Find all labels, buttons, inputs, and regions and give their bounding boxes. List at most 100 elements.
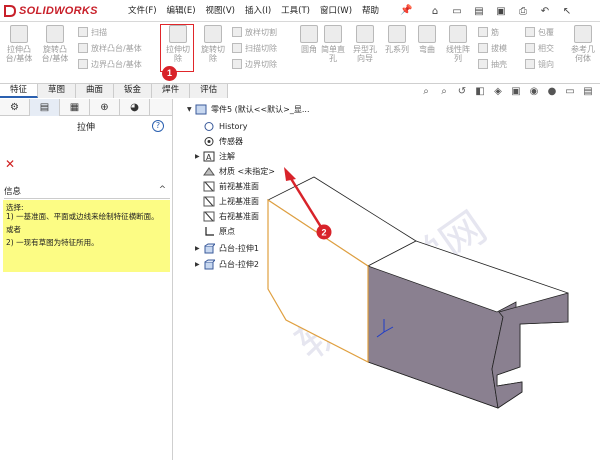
boundary-cut-button[interactable]: 边界切除 xyxy=(232,58,277,70)
reference-geometry-button[interactable]: 参考几 何体 xyxy=(566,25,600,63)
sweep-cut-button[interactable]: 扫描切除 xyxy=(232,42,277,54)
revolve-cut-label: 旋转切 除 xyxy=(201,45,225,63)
wrap-button[interactable]: 包覆 xyxy=(525,26,554,38)
menu-edit[interactable]: 编辑(E) xyxy=(167,4,196,16)
tab-sheet-metal[interactable]: 钣金 xyxy=(114,84,153,98)
render-icon[interactable]: ▤ xyxy=(580,86,596,98)
expand-arrow-icon[interactable]: ▼ xyxy=(187,106,195,113)
undo-icon[interactable]: ↶ xyxy=(534,3,556,19)
simple-hole-button[interactable]: 简单直 孔 xyxy=(316,25,350,63)
revolve-cut-button[interactable]: 旋转切 除 xyxy=(196,25,230,63)
menu-bar: 文件(F) 编辑(E) 视图(V) 插入(I) 工具(T) 窗口(W) 帮助 xyxy=(128,4,389,16)
tree-item-front-plane[interactable]: 前视基准面 xyxy=(195,179,259,193)
zoom-area-icon[interactable]: ⌕ xyxy=(436,86,452,98)
linear-pattern-button[interactable]: 线性阵 列 xyxy=(441,25,475,63)
graphics-area[interactable]: 软件自学网 2 xyxy=(174,99,600,460)
loft-boss-icon xyxy=(78,43,88,53)
new-document-icon[interactable]: ▭ xyxy=(446,3,468,19)
tree-root[interactable]: ▼ 零件5 (默认<<默认>_显... xyxy=(187,102,310,116)
cancel-icon[interactable]: ✕ xyxy=(5,157,15,171)
info-section-header[interactable]: 信息 ^ xyxy=(4,185,170,199)
flex-icon xyxy=(418,25,436,43)
tab-surfaces[interactable]: 曲面 xyxy=(76,84,115,98)
menu-help[interactable]: 帮助 xyxy=(362,4,379,16)
shell-button[interactable]: 抽壳 xyxy=(478,58,507,70)
tree-item-material[interactable]: 材质 <未指定> xyxy=(195,164,275,178)
configuration-manager-icon[interactable]: ▦ xyxy=(60,99,90,116)
display-style-icon[interactable]: ▣ xyxy=(508,86,524,98)
tab-features[interactable]: 特征 xyxy=(0,84,39,98)
rib-button[interactable]: 筋 xyxy=(478,26,499,38)
tree-item-boss-extrude-1[interactable]: ▶ 凸台-拉伸1 xyxy=(195,241,259,255)
loft-cut-button[interactable]: 放样切割 xyxy=(232,26,277,38)
mirror-icon xyxy=(525,59,535,69)
tree-root-label: 零件5 (默认<<默认>_显... xyxy=(211,104,310,114)
tree-item-history[interactable]: History xyxy=(195,119,247,133)
display-manager-icon[interactable]: ◕ xyxy=(120,99,150,116)
draft-button[interactable]: 拔模 xyxy=(478,42,507,54)
tree-item-right-plane[interactable]: 右视基准面 xyxy=(195,209,259,223)
expand-arrow-icon[interactable]: ▶ xyxy=(195,261,203,268)
menu-tools[interactable]: 工具(T) xyxy=(281,4,310,16)
menu-insert[interactable]: 插入(I) xyxy=(245,4,271,16)
expand-arrow-icon[interactable]: ▶ xyxy=(195,245,203,252)
dimxpert-icon[interactable]: ⊕ xyxy=(90,99,120,116)
flex-label: 弯曲 xyxy=(419,45,435,54)
help-icon[interactable]: ? xyxy=(152,120,164,132)
sweep-button[interactable]: 扫描 xyxy=(78,26,107,38)
tab-weldments[interactable]: 焊件 xyxy=(152,84,191,98)
revolve-boss-button[interactable]: 旋转凸 台/基体 xyxy=(38,25,72,63)
reference-geometry-label: 参考几 何体 xyxy=(571,45,595,63)
flex-button[interactable]: 弯曲 xyxy=(410,25,444,54)
pm-title-bar: 拉伸 ? xyxy=(0,116,172,136)
reference-geometry-icon xyxy=(574,25,592,43)
extrude-boss-label: 拉伸凸 台/基体 xyxy=(5,45,33,63)
tree-item-origin[interactable]: 原点 xyxy=(195,224,235,238)
tab-sketch[interactable]: 草图 xyxy=(38,84,77,98)
pin-icon[interactable]: 📌 xyxy=(400,5,412,16)
shell-icon xyxy=(478,59,488,69)
loft-boss-button[interactable]: 放样凸台/基体 xyxy=(78,42,142,54)
info-line: 2) 一现有草图为特征所用。 xyxy=(6,238,99,247)
tree-item-annotations[interactable]: ▶ A 注解 xyxy=(195,149,235,163)
menu-file[interactable]: 文件(F) xyxy=(128,4,157,16)
extrude-boss-button[interactable]: 拉伸凸 台/基体 xyxy=(2,25,36,63)
section-view-icon[interactable]: ◧ xyxy=(472,86,488,98)
menu-window[interactable]: 窗口(W) xyxy=(320,4,352,16)
boundary-boss-label: 边界凸台/基体 xyxy=(91,59,142,69)
draft-icon xyxy=(478,43,488,53)
property-manager-icon[interactable]: ▤ xyxy=(30,99,60,116)
previous-view-icon[interactable]: ↺ xyxy=(454,86,470,98)
scene-icon[interactable]: ▭ xyxy=(562,86,578,98)
step-badge-2-text: 2 xyxy=(321,228,326,238)
tree-item-label: 右视基准面 xyxy=(219,211,259,221)
view-orientation-icon[interactable]: ◈ xyxy=(490,86,506,98)
tree-item-label: 凸台-拉伸1 xyxy=(219,243,259,253)
print-icon[interactable]: ⎙ xyxy=(512,3,534,19)
intersect-button[interactable]: 相交 xyxy=(525,42,554,54)
select-arrow-icon[interactable]: ↖ xyxy=(556,3,578,19)
menu-view[interactable]: 视图(V) xyxy=(206,4,235,16)
hole-wizard-button[interactable]: 异型孔 向导 xyxy=(348,25,382,63)
save-icon[interactable]: ▣ xyxy=(490,3,512,19)
boundary-boss-button[interactable]: 边界凸台/基体 xyxy=(78,58,142,70)
sweep-label: 扫描 xyxy=(91,27,107,37)
collapse-caret-icon[interactable]: ^ xyxy=(159,185,166,195)
info-header-label: 信息 xyxy=(4,187,22,197)
home-icon[interactable]: ⌂ xyxy=(424,3,446,19)
tab-evaluate[interactable]: 评估 xyxy=(190,84,229,98)
feature-manager-icon[interactable]: ⚙ xyxy=(0,99,30,116)
hole-series-button[interactable]: 孔系列 xyxy=(380,25,414,54)
tree-item-sensors[interactable]: 传感器 xyxy=(195,134,243,148)
hide-show-icon[interactable]: ◉ xyxy=(526,86,542,98)
tree-item-top-plane[interactable]: 上视基准面 xyxy=(195,194,259,208)
plane-icon xyxy=(203,181,215,191)
extrude-feature-icon xyxy=(204,243,215,253)
open-folder-icon[interactable]: ▤ xyxy=(468,3,490,19)
tree-item-boss-extrude-2[interactable]: ▶ 凸台-拉伸2 xyxy=(195,257,259,271)
expand-arrow-icon[interactable]: ▶ xyxy=(195,153,203,160)
zoom-to-fit-icon[interactable]: ⌕ xyxy=(418,86,434,98)
extrude-feature-icon xyxy=(204,259,215,269)
mirror-button[interactable]: 镜向 xyxy=(525,58,554,70)
appearance-icon[interactable]: ● xyxy=(544,86,560,98)
